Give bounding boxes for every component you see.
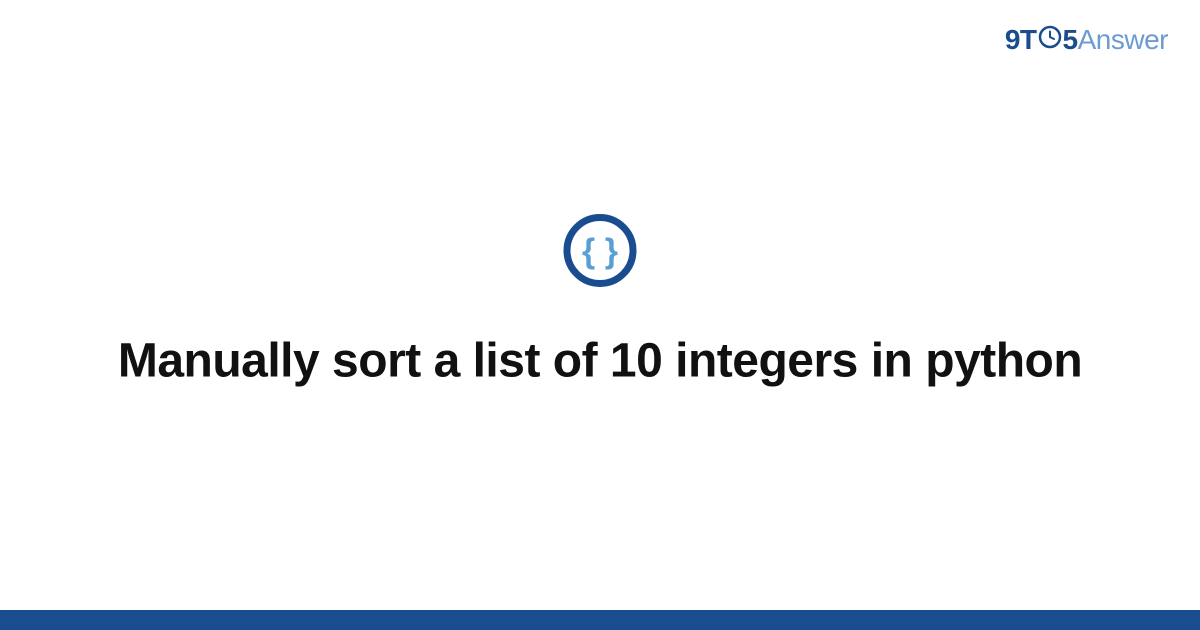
footer-bar: [0, 610, 1200, 630]
svg-text:{ }: { }: [582, 233, 618, 271]
code-braces-icon: { }: [562, 213, 638, 294]
logo-text-answer: Answer: [1078, 24, 1168, 55]
clock-icon: [1038, 24, 1062, 56]
logo-text-5: 5: [1063, 24, 1078, 55]
site-logo: 9T 5Answer: [1005, 24, 1168, 58]
main-content: { } Manually sort a list of 10 integers …: [0, 213, 1200, 392]
logo-text-9t: 9T: [1005, 24, 1037, 55]
page-title: Manually sort a list of 10 integers in p…: [60, 332, 1140, 392]
